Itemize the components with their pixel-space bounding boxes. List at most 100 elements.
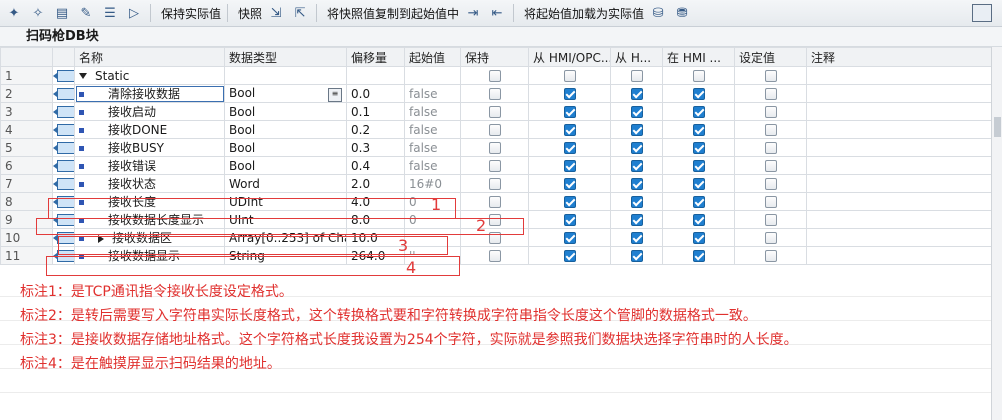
type-cell[interactable] <box>224 66 347 85</box>
name-cell[interactable]: 清除接收数据 <box>74 84 225 103</box>
type-cell[interactable]: Bool <box>224 120 347 139</box>
start-cell[interactable]: false <box>404 120 461 139</box>
name-cell[interactable]: 接收错误 <box>74 156 225 175</box>
hmi-opc-checkbox[interactable] <box>563 196 576 208</box>
hmi-opc-checkbox[interactable] <box>563 124 576 136</box>
header-hmi-visible[interactable]: 在 HMI ... <box>662 47 735 67</box>
header-retain[interactable]: 保持 <box>460 47 529 67</box>
comment-cell[interactable] <box>806 66 993 85</box>
hmi-writable-checkbox[interactable] <box>630 70 643 82</box>
type-cell[interactable]: Bool <box>224 156 347 175</box>
start-cell[interactable] <box>404 66 461 85</box>
start-cell[interactable]: false <box>404 102 461 121</box>
retain-checkbox[interactable] <box>488 160 501 172</box>
hmi-opc-checkbox[interactable] <box>563 232 576 244</box>
setpoint-checkbox[interactable] <box>764 70 777 82</box>
hmi-writable-checkbox[interactable] <box>630 196 643 208</box>
snapshot-compare-icon[interactable]: ⇱ <box>290 3 310 23</box>
add-row-icon[interactable]: ✧ <box>28 3 48 23</box>
hmi-visible-checkbox[interactable] <box>692 196 705 208</box>
setpoint-checkbox[interactable] <box>764 124 777 136</box>
name-cell[interactable]: 接收BUSY <box>74 138 225 157</box>
start-cell[interactable]: false <box>404 156 461 175</box>
hmi-opc-checkbox[interactable] <box>563 106 576 118</box>
header-setpoint[interactable]: 设定值 <box>734 47 807 67</box>
setpoint-checkbox[interactable] <box>764 88 777 100</box>
retain-checkbox[interactable] <box>488 124 501 136</box>
header-hmi-writable[interactable]: 从 H... <box>610 47 663 67</box>
retain-checkbox[interactable] <box>488 88 501 100</box>
retain-checkbox[interactable] <box>488 196 501 208</box>
hmi-visible-checkbox[interactable] <box>692 178 705 190</box>
type-cell[interactable]: Bool ≡ <box>224 84 347 103</box>
copy-snapshot-button[interactable]: 将快照值复制到起始值中 <box>327 5 459 22</box>
header-type[interactable]: 数据类型 <box>224 47 347 67</box>
list-icon[interactable]: ☰ <box>100 3 120 23</box>
comment-cell[interactable] <box>806 210 993 229</box>
hmi-writable-checkbox[interactable] <box>630 160 643 172</box>
hmi-writable-checkbox[interactable] <box>630 88 643 100</box>
comment-cell[interactable] <box>806 138 993 157</box>
setpoint-checkbox[interactable] <box>764 214 777 226</box>
type-cell[interactable]: Bool <box>224 138 347 157</box>
table-row[interactable]: 1 Static <box>0 66 993 85</box>
header-name[interactable]: 名称 <box>74 47 225 67</box>
window-layout-icon[interactable] <box>972 4 992 22</box>
expand-icon[interactable]: ▤ <box>52 3 72 23</box>
name-cell[interactable]: 接收DONE <box>74 120 225 139</box>
vertical-scrollbar[interactable] <box>991 47 1002 420</box>
table-row[interactable]: 6 接收错误 Bool 0.4 false <box>0 156 993 175</box>
setpoint-checkbox[interactable] <box>764 250 777 262</box>
name-cell[interactable]: 接收状态 <box>74 174 225 193</box>
hmi-opc-checkbox[interactable] <box>563 160 576 172</box>
hmi-visible-checkbox[interactable] <box>692 106 705 118</box>
hmi-writable-checkbox[interactable] <box>630 178 643 190</box>
hmi-opc-checkbox[interactable] <box>563 70 576 82</box>
header-comment[interactable]: 注释 <box>806 47 993 67</box>
table-row[interactable]: 7 接收状态 Word 2.0 16#0 <box>0 174 993 193</box>
hmi-opc-checkbox[interactable] <box>563 250 576 262</box>
setpoint-checkbox[interactable] <box>764 232 777 244</box>
hmi-visible-checkbox[interactable] <box>692 214 705 226</box>
hmi-writable-checkbox[interactable] <box>630 250 643 262</box>
retain-checkbox[interactable] <box>488 106 501 118</box>
load-start-button[interactable]: 将起始值加载为实际值 <box>524 5 644 22</box>
comment-cell[interactable] <box>806 84 993 103</box>
hmi-visible-checkbox[interactable] <box>692 160 705 172</box>
retain-checkbox[interactable] <box>488 142 501 154</box>
header-offset[interactable]: 偏移量 <box>346 47 405 67</box>
comment-cell[interactable] <box>806 192 993 211</box>
retain-checkbox[interactable] <box>488 70 501 82</box>
comment-cell[interactable] <box>806 156 993 175</box>
hmi-opc-checkbox[interactable] <box>563 142 576 154</box>
setpoint-checkbox[interactable] <box>764 142 777 154</box>
setpoint-checkbox[interactable] <box>764 160 777 172</box>
hmi-opc-checkbox[interactable] <box>563 178 576 190</box>
header-hmi-opc[interactable]: 从 HMI/OPC... <box>528 47 611 67</box>
copy-icon[interactable]: ⇥ <box>463 3 483 23</box>
hmi-opc-checkbox[interactable] <box>563 214 576 226</box>
snapshot-icon[interactable]: ⇲ <box>266 3 286 23</box>
type-cell[interactable]: Word <box>224 174 347 193</box>
comment-cell[interactable] <box>806 102 993 121</box>
collapse-triangle-icon[interactable] <box>79 73 87 79</box>
hmi-visible-checkbox[interactable] <box>692 88 705 100</box>
setpoint-checkbox[interactable] <box>764 178 777 190</box>
table-row[interactable]: 3 接收启动 Bool 0.1 false <box>0 102 993 121</box>
comment-cell[interactable] <box>806 174 993 193</box>
retain-checkbox[interactable] <box>488 250 501 262</box>
setpoint-checkbox[interactable] <box>764 106 777 118</box>
setpoint-checkbox[interactable] <box>764 196 777 208</box>
type-cell[interactable]: Bool <box>224 102 347 121</box>
load-all-icon[interactable]: ⛃ <box>672 3 692 23</box>
insert-row-icon[interactable]: ✦ <box>4 3 24 23</box>
hmi-opc-checkbox[interactable] <box>563 88 576 100</box>
type-picker-icon[interactable]: ≡ <box>328 87 342 102</box>
header-start[interactable]: 起始值 <box>404 47 461 67</box>
hmi-visible-checkbox[interactable] <box>692 124 705 136</box>
hmi-visible-checkbox[interactable] <box>692 142 705 154</box>
table-row[interactable]: 2 清除接收数据 Bool ≡ 0.0 false <box>0 84 993 103</box>
comment-cell[interactable] <box>806 120 993 139</box>
hmi-visible-checkbox[interactable] <box>692 232 705 244</box>
start-cell[interactable]: 16#0 <box>404 174 461 193</box>
